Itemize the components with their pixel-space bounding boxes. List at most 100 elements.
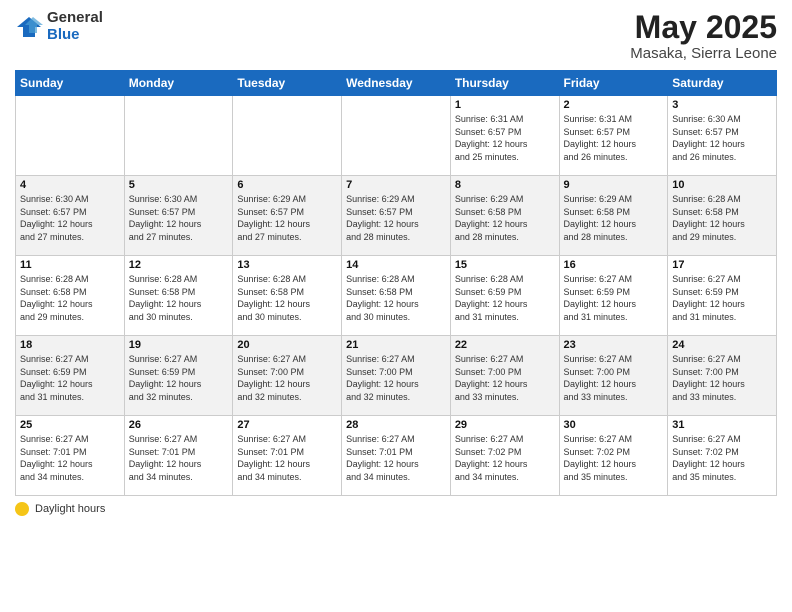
day-info: Sunrise: 6:28 AM Sunset: 6:58 PM Dayligh… [129,273,229,323]
day-number: 25 [20,419,120,431]
day-number: 9 [564,179,664,191]
day-info: Sunrise: 6:27 AM Sunset: 7:01 PM Dayligh… [20,433,120,483]
day-number: 23 [564,339,664,351]
day-number: 18 [20,339,120,351]
day-cell: 6 Sunrise: 6:29 AM Sunset: 6:57 PM Daylig… [233,176,342,256]
day-number: 22 [455,339,555,351]
day-number: 7 [346,179,446,191]
sun-icon [15,502,29,516]
day-info: Sunrise: 6:28 AM Sunset: 6:58 PM Dayligh… [20,273,120,323]
day-info: Sunrise: 6:27 AM Sunset: 6:59 PM Dayligh… [129,353,229,403]
day-number: 29 [455,419,555,431]
day-cell: 11 Sunrise: 6:28 AM Sunset: 6:58 PM Dayli… [16,256,125,336]
logo-text: General Blue [47,10,103,43]
day-info: Sunrise: 6:27 AM Sunset: 6:59 PM Dayligh… [564,273,664,323]
day-number: 11 [20,259,120,271]
day-number: 27 [237,419,337,431]
day-info: Sunrise: 6:27 AM Sunset: 7:00 PM Dayligh… [672,353,772,403]
day-cell: 30 Sunrise: 6:27 AM Sunset: 7:02 PM Dayli… [559,416,668,496]
day-info: Sunrise: 6:27 AM Sunset: 7:00 PM Dayligh… [455,353,555,403]
day-info: Sunrise: 6:29 AM Sunset: 6:57 PM Dayligh… [346,193,446,243]
header-day: Thursday [450,71,559,96]
day-cell: 5Sunrise: 6:30 AM Sunset: 6:57 PM Daylig… [124,176,233,256]
day-cell [342,96,451,176]
day-cell: 9Sunrise: 6:29 AM Sunset: 6:58 PM Daylig… [559,176,668,256]
day-info: Sunrise: 6:27 AM Sunset: 6:59 PM Dayligh… [672,273,772,323]
day-info: Sunrise: 6:29 AM Sunset: 6:57 PM Dayligh… [237,193,337,243]
day-info: Sunrise: 6:27 AM Sunset: 7:01 PM Dayligh… [237,433,337,483]
header-day: Tuesday [233,71,342,96]
day-number: 10 [672,179,772,191]
day-number: 13 [237,259,337,271]
day-cell: 13 Sunrise: 6:28 AM Sunset: 6:58 PM Dayli… [233,256,342,336]
page: General Blue May 2025 Masaka, Sierra Leo… [0,0,792,612]
day-info: Sunrise: 6:27 AM Sunset: 7:00 PM Dayligh… [564,353,664,403]
day-info: Sunrise: 6:30 AM Sunset: 6:57 PM Dayligh… [20,193,120,243]
day-number: 4 [20,179,120,191]
day-info: Sunrise: 6:31 AM Sunset: 6:57 PM Dayligh… [564,113,664,163]
header-day: Sunday [16,71,125,96]
logo-icon [15,13,43,41]
day-number: 15 [455,259,555,271]
day-cell: 18 Sunrise: 6:27 AM Sunset: 6:59 PM Dayli… [16,336,125,416]
header-day: Friday [559,71,668,96]
day-number: 28 [346,419,446,431]
calendar-table: SundayMondayTuesdayWednesdayThursdayFrid… [15,70,777,496]
week-row: 18 Sunrise: 6:27 AM Sunset: 6:59 PM Dayli… [16,336,777,416]
day-cell: 24Sunrise: 6:27 AM Sunset: 7:00 PM Dayli… [668,336,777,416]
day-cell [16,96,125,176]
day-cell: 12 Sunrise: 6:28 AM Sunset: 6:58 PM Dayli… [124,256,233,336]
day-cell: 7 Sunrise: 6:29 AM Sunset: 6:57 PM Daylig… [342,176,451,256]
week-row: 1 Sunrise: 6:31 AM Sunset: 6:57 PM Daylig… [16,96,777,176]
day-cell: 28 Sunrise: 6:27 AM Sunset: 7:01 PM Dayli… [342,416,451,496]
day-number: 26 [129,419,229,431]
day-number: 16 [564,259,664,271]
day-cell: 16 Sunrise: 6:27 AM Sunset: 6:59 PM Dayli… [559,256,668,336]
day-info: Sunrise: 6:27 AM Sunset: 7:02 PM Dayligh… [564,433,664,483]
day-cell: 14Sunrise: 6:28 AM Sunset: 6:58 PM Dayli… [342,256,451,336]
day-number: 17 [672,259,772,271]
day-number: 1 [455,99,555,111]
header-day: Saturday [668,71,777,96]
day-info: Sunrise: 6:28 AM Sunset: 6:58 PM Dayligh… [237,273,337,323]
day-number: 19 [129,339,229,351]
header-row: SundayMondayTuesdayWednesdayThursdayFrid… [16,71,777,96]
day-cell: 19 Sunrise: 6:27 AM Sunset: 6:59 PM Dayli… [124,336,233,416]
day-cell: 4 Sunrise: 6:30 AM Sunset: 6:57 PM Daylig… [16,176,125,256]
day-cell: 10Sunrise: 6:28 AM Sunset: 6:58 PM Dayli… [668,176,777,256]
header: General Blue May 2025 Masaka, Sierra Leo… [15,10,777,62]
day-info: Sunrise: 6:27 AM Sunset: 7:01 PM Dayligh… [129,433,229,483]
day-number: 6 [237,179,337,191]
day-info: Sunrise: 6:29 AM Sunset: 6:58 PM Dayligh… [455,193,555,243]
day-info: Sunrise: 6:27 AM Sunset: 7:02 PM Dayligh… [455,433,555,483]
calendar-subtitle: Masaka, Sierra Leone [630,45,777,62]
day-info: Sunrise: 6:27 AM Sunset: 7:00 PM Dayligh… [237,353,337,403]
day-cell: 8 Sunrise: 6:29 AM Sunset: 6:58 PM Daylig… [450,176,559,256]
day-cell: 22 Sunrise: 6:27 AM Sunset: 7:00 PM Dayli… [450,336,559,416]
day-number: 12 [129,259,229,271]
day-info: Sunrise: 6:28 AM Sunset: 6:59 PM Dayligh… [455,273,555,323]
day-cell [124,96,233,176]
day-number: 5 [129,179,229,191]
day-number: 30 [564,419,664,431]
day-cell: 21Sunrise: 6:27 AM Sunset: 7:00 PM Dayli… [342,336,451,416]
day-info: Sunrise: 6:28 AM Sunset: 6:58 PM Dayligh… [346,273,446,323]
day-number: 8 [455,179,555,191]
header-day: Wednesday [342,71,451,96]
day-cell: 26 Sunrise: 6:27 AM Sunset: 7:01 PM Dayli… [124,416,233,496]
day-cell: 1 Sunrise: 6:31 AM Sunset: 6:57 PM Daylig… [450,96,559,176]
day-cell: 27 Sunrise: 6:27 AM Sunset: 7:01 PM Dayli… [233,416,342,496]
logo: General Blue [15,10,103,43]
day-cell: 15 Sunrise: 6:28 AM Sunset: 6:59 PM Dayli… [450,256,559,336]
day-info: Sunrise: 6:27 AM Sunset: 7:01 PM Dayligh… [346,433,446,483]
day-info: Sunrise: 6:27 AM Sunset: 6:59 PM Dayligh… [20,353,120,403]
day-cell [233,96,342,176]
calendar-title: May 2025 [630,10,777,45]
day-info: Sunrise: 6:27 AM Sunset: 7:00 PM Dayligh… [346,353,446,403]
day-cell: 23 Sunrise: 6:27 AM Sunset: 7:00 PM Dayli… [559,336,668,416]
logo-general: General [47,10,103,27]
day-number: 2 [564,99,664,111]
day-info: Sunrise: 6:31 AM Sunset: 6:57 PM Dayligh… [455,113,555,163]
footer: Daylight hours [15,502,777,516]
day-cell: 2 Sunrise: 6:31 AM Sunset: 6:57 PM Daylig… [559,96,668,176]
